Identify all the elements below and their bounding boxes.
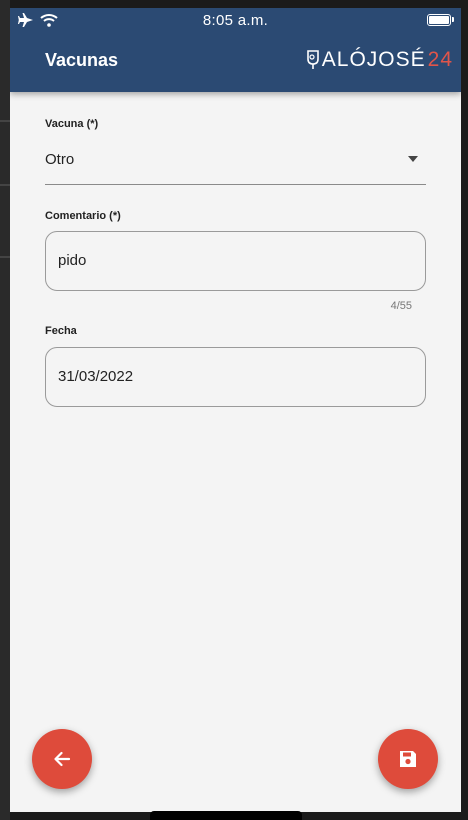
save-icon <box>400 751 416 767</box>
fecha-label: Fecha <box>45 325 77 337</box>
background-mark <box>0 184 10 186</box>
app-logo: ALÓJOSÉ 24 <box>306 48 453 72</box>
comentario-label: Comentario (*) <box>45 210 121 222</box>
background-mark <box>0 120 10 122</box>
app-bar: 8:05 a.m. Vacunas ALÓJOSÉ 24 <box>10 8 461 92</box>
back-button[interactable] <box>32 729 92 789</box>
status-bar: 8:05 a.m. <box>10 8 461 32</box>
background-screen <box>0 0 10 820</box>
app-screen: 8:05 a.m. Vacunas ALÓJOSÉ 24 Vacuna (*) … <box>10 8 461 812</box>
vacuna-dropdown[interactable]: Otro <box>45 144 426 185</box>
logo-number: 24 <box>427 48 453 71</box>
background-mark <box>0 256 10 258</box>
fecha-input[interactable]: 31/03/2022 <box>45 347 426 407</box>
vacuna-selected-value: Otro <box>45 151 75 168</box>
character-counter: 4/55 <box>390 300 412 312</box>
comentario-value: pido <box>58 252 87 269</box>
vacuna-label: Vacuna (*) <box>45 118 99 130</box>
page-title: Vacunas <box>45 50 119 70</box>
logo-text: ALÓJOSÉ <box>321 48 426 71</box>
comentario-input[interactable]: pido <box>45 231 426 291</box>
dropdown-arrow-icon <box>408 156 418 162</box>
battery-icon <box>427 14 454 26</box>
home-indicator <box>150 811 302 820</box>
logo-glass-icon <box>306 50 319 69</box>
fecha-value: 31/03/2022 <box>58 368 134 385</box>
save-button[interactable] <box>378 729 438 789</box>
arrow-left-icon <box>54 751 71 767</box>
status-time: 8:05 a.m. <box>202 12 269 29</box>
